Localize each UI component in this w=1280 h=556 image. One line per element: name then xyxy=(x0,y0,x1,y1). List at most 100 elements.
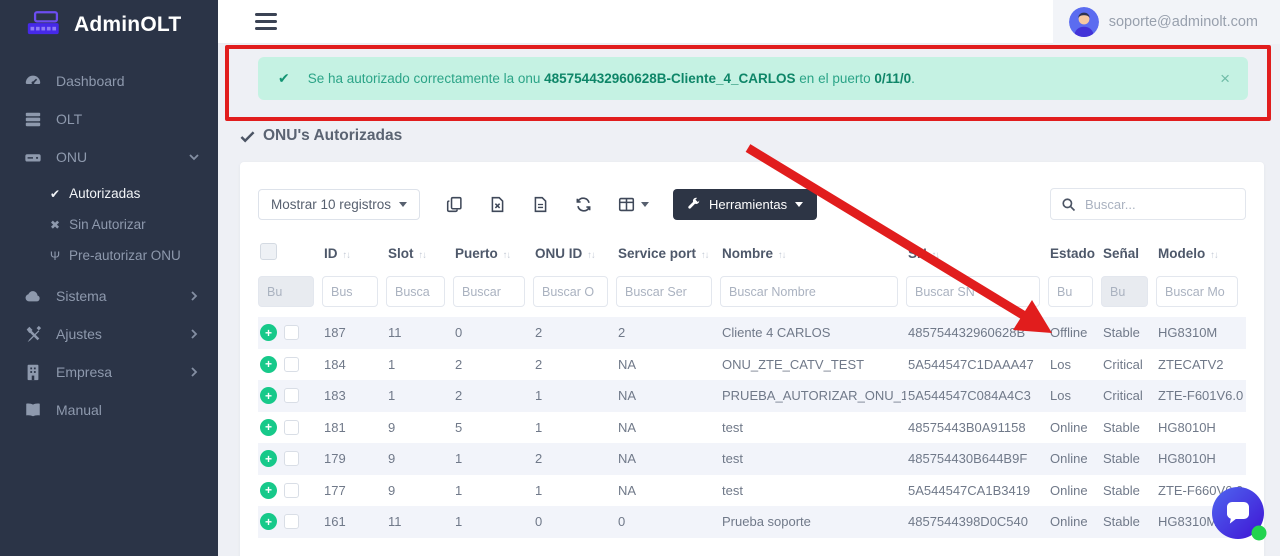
select-all-checkbox[interactable] xyxy=(260,243,277,260)
add-plus-icon[interactable]: + xyxy=(260,482,277,499)
add-plus-icon[interactable]: + xyxy=(260,450,277,467)
alert-close-button[interactable]: × xyxy=(1220,70,1230,87)
filter-input-nombre[interactable] xyxy=(720,276,898,307)
copy-button[interactable] xyxy=(446,196,463,213)
filter-input-estado[interactable] xyxy=(1048,276,1093,307)
row-checkbox[interactable] xyxy=(284,325,299,340)
cell-slot: 11 xyxy=(386,317,453,349)
row-checkbox[interactable] xyxy=(284,483,299,498)
alert-message: Se ha autorizado correctamente la onu 48… xyxy=(308,71,915,86)
cell-estado: Los xyxy=(1048,349,1101,381)
cell-senal: Critical xyxy=(1101,380,1156,412)
alert-port: 0/11/0 xyxy=(874,71,911,86)
column-header-nombre[interactable]: Nombre↑↓ xyxy=(720,234,906,272)
sidebar-item-ajustes[interactable]: Ajustes xyxy=(0,315,218,353)
sidebar-item-manual[interactable]: Manual xyxy=(0,391,218,429)
table-row: +179912NAtest485754430B644B9FOnlineStabl… xyxy=(258,443,1246,475)
topbar: soporte@adminolt.com xyxy=(218,0,1280,44)
cell-estado: Los xyxy=(1048,380,1101,412)
page-length-select[interactable]: Mostrar 10 registros xyxy=(258,189,420,220)
sort-icon[interactable]: ↑↓ xyxy=(343,250,351,261)
table-search xyxy=(1050,188,1246,220)
refresh-button[interactable] xyxy=(575,196,592,213)
filter-input-slot[interactable] xyxy=(386,276,445,307)
cell-service-port: NA xyxy=(616,475,720,507)
filter-input-puerto[interactable] xyxy=(453,276,525,307)
cell-senal: Stable xyxy=(1101,412,1156,444)
sidebar-item-empresa[interactable]: Empresa xyxy=(0,353,218,391)
sort-icon[interactable]: ↑↓ xyxy=(1210,250,1218,261)
cell-slot: 1 xyxy=(386,380,453,412)
column-header-modelo[interactable]: Modelo↑↓ xyxy=(1156,234,1246,272)
column-header-sn[interactable]: SN↑↓ xyxy=(906,234,1048,272)
search-input[interactable] xyxy=(1085,197,1235,212)
filter-cell xyxy=(386,272,453,317)
search-icon xyxy=(1061,197,1076,212)
column-header-service-port[interactable]: Service port↑↓ xyxy=(616,234,720,272)
filter-input-sn[interactable] xyxy=(906,276,1040,307)
sidebar-item-sistema[interactable]: Sistema xyxy=(0,277,218,315)
sort-icon[interactable]: ↑↓ xyxy=(701,250,709,261)
sidebar-subitem-pre-autorizar-onu[interactable]: Ψ Pre-autorizar ONU xyxy=(0,240,218,271)
cell-senal: Stable xyxy=(1101,317,1156,349)
filter-input-service-port[interactable] xyxy=(616,276,712,307)
filter-input-onu-id[interactable] xyxy=(533,276,608,307)
row-checkbox[interactable] xyxy=(284,420,299,435)
tools-dropdown-button[interactable]: Herramientas xyxy=(673,189,817,220)
brand-logo[interactable]: AdminOLT xyxy=(0,0,218,50)
sort-icon[interactable]: ↑↓ xyxy=(778,250,786,261)
cell-id: 184 xyxy=(322,349,386,381)
row-checkbox[interactable] xyxy=(284,514,299,529)
sidebar-subitem-autorizadas[interactable]: ✔ Autorizadas xyxy=(0,178,218,209)
chat-widget-button[interactable] xyxy=(1211,486,1267,542)
column-header-slot[interactable]: Slot↑↓ xyxy=(386,234,453,272)
add-plus-icon[interactable]: + xyxy=(260,513,277,530)
filter-input-modelo[interactable] xyxy=(1156,276,1238,307)
cell-service-port: 2 xyxy=(616,317,720,349)
export-file-button[interactable] xyxy=(532,196,549,213)
cell-sn: 5A544547CA1B3419 xyxy=(906,475,1048,507)
sidebar-item-onu[interactable]: ONU xyxy=(0,138,218,176)
sort-icon[interactable]: ↑↓ xyxy=(419,250,427,261)
cell-onu-id: 0 xyxy=(533,506,616,538)
add-plus-icon[interactable]: + xyxy=(260,387,277,404)
cell-puerto: 1 xyxy=(453,443,533,475)
cell-estado: Online xyxy=(1048,412,1101,444)
alert-onu-sn: 485754432960628B-Cliente_4_CARLOS xyxy=(544,71,795,86)
sidebar-subitem-sin-autorizar[interactable]: ✖ Sin Autorizar xyxy=(0,209,218,240)
building-icon xyxy=(24,363,42,381)
row-checkbox[interactable] xyxy=(284,357,299,372)
add-plus-icon[interactable]: + xyxy=(260,419,277,436)
cell-senal: Critical xyxy=(1101,349,1156,381)
row-checkbox[interactable] xyxy=(284,388,299,403)
filter-input-id[interactable] xyxy=(322,276,378,307)
add-plus-icon[interactable]: + xyxy=(260,356,277,373)
sort-icon[interactable]: ↑↓ xyxy=(932,250,940,261)
cell-sn: 48575443B0A91158 xyxy=(906,412,1048,444)
sidebar-item-dashboard[interactable]: Dashboard xyxy=(0,62,218,100)
export-excel-button[interactable] xyxy=(489,196,506,213)
olt-device-logo-icon xyxy=(26,10,66,40)
user-menu[interactable]: soporte@adminolt.com xyxy=(1053,0,1280,44)
column-header-onu-id[interactable]: ONU ID↑↓ xyxy=(533,234,616,272)
table-toolbar: Mostrar 10 registros Herramientas xyxy=(258,188,1246,220)
row-actions-cell: + xyxy=(258,506,322,538)
cell-sn: 4857544398D0C540 xyxy=(906,506,1048,538)
sort-icon[interactable]: ↑↓ xyxy=(587,250,595,261)
sidebar-item-label: Manual xyxy=(56,402,102,418)
check-icon xyxy=(240,129,255,144)
cell-nombre: ONU_ZTE_CATV_TEST xyxy=(720,349,906,381)
sort-icon[interactable]: ↑↓ xyxy=(503,250,511,261)
row-checkbox[interactable] xyxy=(284,451,299,466)
menu-toggle-button[interactable] xyxy=(255,13,277,34)
add-plus-icon[interactable]: + xyxy=(260,324,277,341)
column-header-puerto[interactable]: Puerto↑↓ xyxy=(453,234,533,272)
sidebar-item-olt[interactable]: OLT xyxy=(0,100,218,138)
cell-puerto: 2 xyxy=(453,349,533,381)
row-actions-cell: + xyxy=(258,412,322,444)
column-header-id[interactable]: ID↑↓ xyxy=(322,234,386,272)
cell-nombre: test xyxy=(720,443,906,475)
check-icon: ✔ xyxy=(50,187,60,201)
cell-puerto: 0 xyxy=(453,317,533,349)
column-visibility-button[interactable] xyxy=(618,196,649,213)
